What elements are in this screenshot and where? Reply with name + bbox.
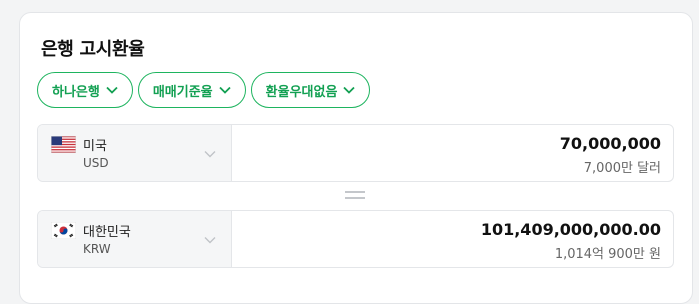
kr-flag-icon bbox=[51, 222, 76, 239]
equals-icon bbox=[345, 191, 365, 203]
chevron-down-icon bbox=[204, 237, 216, 244]
to-amount-input[interactable]: 101,409,000,000.00 bbox=[481, 220, 661, 239]
chevron-down-icon bbox=[343, 86, 356, 94]
from-amount-reading: 7,000만 달러 bbox=[583, 161, 661, 176]
bank-filter-label: 하나은행 bbox=[52, 84, 100, 100]
rate-type-filter-chip[interactable]: 매매기준율 bbox=[137, 72, 246, 108]
exchange-rate-card: 은행 고시환율 하나은행 매매기준율 환율우대없음 미국 USD 70,000,… bbox=[19, 12, 693, 304]
to-currency-code: KRW bbox=[83, 242, 111, 256]
preferential-rate-filter-label: 환율우대없음 bbox=[265, 84, 338, 100]
us-flag-icon bbox=[51, 136, 76, 153]
from-country-name: 미국 bbox=[83, 139, 107, 154]
preferential-rate-filter-chip[interactable]: 환율우대없음 bbox=[250, 72, 371, 108]
bank-filter-chip[interactable]: 하나은행 bbox=[37, 72, 133, 108]
to-amount-reading: 1,014억 900만 원 bbox=[554, 247, 661, 262]
from-currency-code: USD bbox=[83, 156, 109, 170]
to-currency-row: 대한민국 KRW 101,409,000,000.00 1,014억 900만 … bbox=[37, 210, 674, 268]
chevron-down-icon bbox=[204, 151, 216, 158]
chevron-down-icon bbox=[106, 86, 118, 94]
from-amount-input[interactable]: 70,000,000 bbox=[560, 134, 661, 153]
rate-type-filter-label: 매매기준율 bbox=[152, 84, 213, 100]
from-currency-row: 미국 USD 70,000,000 7,000만 달러 bbox=[37, 124, 674, 182]
to-currency-select[interactable]: 대한민국 KRW bbox=[38, 211, 232, 267]
from-currency-select[interactable]: 미국 USD bbox=[38, 125, 232, 181]
to-country-name: 대한민국 bbox=[83, 225, 131, 240]
card-title: 은행 고시환율 bbox=[41, 39, 145, 60]
filter-chips: 하나은행 매매기준율 환율우대없음 bbox=[37, 72, 371, 108]
chevron-down-icon bbox=[219, 86, 231, 94]
